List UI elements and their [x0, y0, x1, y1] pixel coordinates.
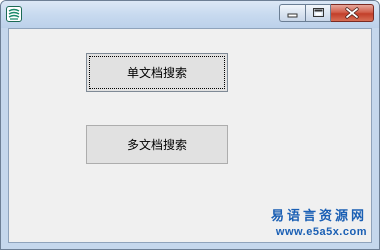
- app-window: 单文档搜索 多文档搜索 易语言资源网 www.e5a5x.com: [0, 0, 380, 250]
- close-button[interactable]: [331, 4, 374, 22]
- client-area: 单文档搜索 多文档搜索 易语言资源网 www.e5a5x.com: [8, 28, 372, 243]
- single-document-search-button[interactable]: 单文档搜索: [86, 53, 228, 92]
- minimize-button[interactable]: [279, 4, 305, 22]
- watermark-url: www.e5a5x.com: [275, 226, 367, 238]
- caption-buttons: [279, 4, 374, 22]
- multi-document-search-label: 多文档搜索: [126, 138, 187, 152]
- watermark-site-name: 易语言资源网: [270, 209, 367, 224]
- minimize-icon: [287, 13, 298, 18]
- title-bar[interactable]: [1, 1, 379, 28]
- multi-document-search-button[interactable]: 多文档搜索: [86, 125, 228, 164]
- maximize-button[interactable]: [305, 4, 331, 22]
- focus-ring: [89, 56, 225, 89]
- close-icon: [345, 7, 359, 19]
- watermark: 易语言资源网 www.e5a5x.com: [271, 209, 367, 239]
- app-icon[interactable]: [6, 6, 22, 22]
- maximize-icon: [313, 8, 324, 17]
